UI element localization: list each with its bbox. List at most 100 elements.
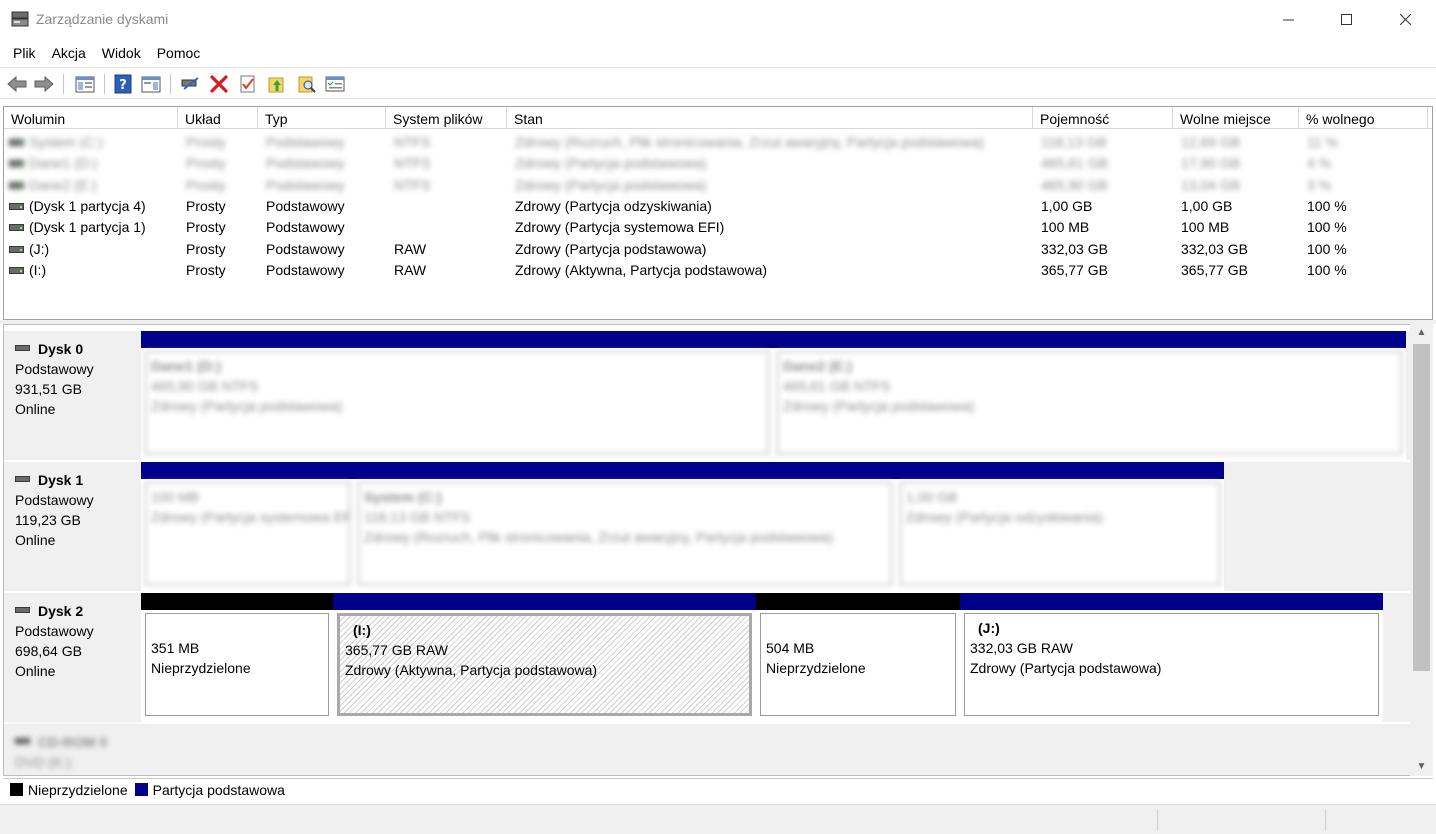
volume-row[interactable]: (Dysk 1 partycja 4) Prosty Podstawowy Zdrow… — [4, 196, 1432, 217]
disk-size: 119,23 GB — [15, 512, 81, 528]
open-folder-button[interactable] — [266, 73, 288, 95]
partition-block-unallocated[interactable]: 504 MB Nieprzydzielone — [756, 593, 960, 722]
folder-up-icon — [268, 77, 284, 93]
maximize-button[interactable] — [1317, 0, 1375, 38]
column-header-procent-wolnego[interactable]: % wolnego — [1299, 107, 1428, 129]
back-button[interactable] — [6, 73, 28, 95]
menu-plik[interactable]: Plik — [5, 40, 44, 66]
volume-capacity-cell: 465,61 GB — [1041, 155, 1108, 172]
show-action-pane-button[interactable] — [140, 73, 162, 95]
column-header-wolne-miejsce[interactable]: Wolne miejsce — [1173, 107, 1299, 129]
legend-swatch-unallocated — [10, 783, 23, 796]
volume-free-cell: 365,77 GB — [1181, 261, 1248, 278]
volume-pct-cell: 11 % — [1307, 134, 1338, 150]
disk-row[interactable]: Dysk 0 Podstawowy 931,51 GB Online Dane1… — [4, 331, 1412, 461]
menu-widok[interactable]: Widok — [94, 40, 149, 66]
connect-drive-icon — [181, 77, 199, 90]
partition-block[interactable]: System (C:) 118,13 GB NTFS Zdrowy (Rozru… — [354, 462, 896, 591]
legend-label-unallocated: Nieprzydzielone — [28, 781, 128, 798]
volume-free-cell: 13,04 GB — [1181, 176, 1241, 193]
disk-name: Dysk 2 — [38, 603, 84, 619]
forward-button[interactable] — [33, 73, 55, 95]
disk-row[interactable]: Dysk 2 Podstawowy 698,64 GB Online 351 M… — [4, 593, 1412, 723]
volume-drive-icon — [9, 181, 24, 189]
volume-free-cell: 332,03 GB — [1181, 240, 1248, 257]
partition-type-bar — [333, 593, 756, 610]
view-options-button[interactable] — [324, 73, 346, 95]
disk-label[interactable]: Dysk 0 Podstawowy 931,51 GB Online — [4, 331, 141, 460]
status-separator — [1157, 809, 1158, 831]
volume-row[interactable]: Dane1 (D:) Prosty Podstawowy NTFS Zdrowy (Pa… — [4, 153, 1432, 174]
explore-button[interactable] — [296, 73, 318, 95]
show-hide-console-tree-button[interactable] — [74, 73, 96, 95]
column-header-pojemnosc[interactable]: Pojemność — [1033, 107, 1173, 129]
disk-state: Online — [15, 663, 56, 679]
disk-label[interactable]: Dysk 1 Podstawowy 119,23 GB Online — [4, 462, 141, 591]
menu-bar: Plik Akcja Widok Pomoc — [0, 40, 1436, 66]
column-header-typ[interactable]: Typ — [258, 107, 386, 129]
partition-block[interactable]: 100 MB Zdrowy (Partycja systemowa EFI) — [141, 462, 354, 591]
disk-area-scrollbar[interactable]: ▲ ▼ — [1410, 324, 1433, 776]
partition-block-selected[interactable]: (I:) 365,77 GB RAW Zdrowy (Aktywna, Part… — [333, 593, 756, 722]
partition-size: 118,13 GB NTFS — [364, 509, 471, 525]
volume-free-cell: 100 MB — [1181, 219, 1230, 236]
partition-status: Nieprzydzielone — [151, 660, 251, 676]
column-header-wolumin[interactable]: Wolumin — [4, 107, 178, 129]
partition-status: Zdrowy (Partycja podstawowa) — [783, 398, 975, 414]
delete-button[interactable] — [208, 73, 230, 95]
volume-fs-cell: RAW — [394, 261, 427, 278]
back-arrow-icon — [7, 76, 27, 92]
volume-type-cell: Podstawowy — [266, 197, 345, 214]
partition-block[interactable]: (J:) 332,03 GB RAW Zdrowy (Partycja pods… — [960, 593, 1383, 722]
partition-status: Zdrowy (Aktywna, Partycja podstawowa) — [345, 662, 598, 678]
volume-capacity-cell: 465,90 GB — [1041, 176, 1108, 193]
disk-row-cdrom[interactable]: CD-ROM 0 DVD (K:) — [4, 724, 1412, 775]
volume-drive-icon — [9, 202, 24, 210]
scroll-up-icon[interactable]: ▲ — [1410, 324, 1433, 342]
action-pane-icon — [141, 76, 161, 93]
volume-fs-cell: NTFS — [394, 134, 431, 150]
partition-type-bar — [960, 593, 1383, 610]
help-button[interactable]: ? — [112, 73, 134, 95]
title-bar: Zarządzanie dyskami — [0, 0, 1436, 38]
partition-status: Zdrowy (Partycja podstawowa) — [151, 398, 343, 414]
volume-row[interactable]: (I:) Prosty Podstawowy RAW Zdrowy (Aktywna, … — [4, 260, 1432, 281]
column-header-stan[interactable]: Stan — [507, 107, 1033, 129]
volume-layout-cell: Prosty — [186, 219, 226, 236]
volume-name: Dane2 (E:) — [29, 176, 97, 193]
menu-pomoc[interactable]: Pomoc — [149, 40, 209, 66]
column-header-uklad[interactable]: Układ — [178, 107, 258, 129]
scrollbar-thumb[interactable] — [1413, 344, 1430, 671]
disk-size: 931,51 GB — [15, 381, 82, 397]
partition-name: System (C:) — [364, 489, 442, 505]
minimize-icon — [1282, 19, 1294, 20]
volume-row[interactable]: System (C:) Prosty Podstawowy NTFS Zdrowy (R… — [4, 132, 1432, 153]
disk-row[interactable]: Dysk 1 Podstawowy 119,23 GB Online 100 M… — [4, 462, 1412, 592]
minimize-button[interactable] — [1259, 0, 1317, 38]
volume-type-cell: Podstawowy — [266, 134, 345, 150]
disk-map-area: Dysk 0 Podstawowy 931,51 GB Online Dane1… — [3, 324, 1433, 776]
toolbar-separator — [170, 74, 171, 94]
partition-size: 465,61 GB NTFS — [783, 378, 891, 394]
volume-row[interactable]: (J:) Prosty Podstawowy RAW Zdrowy (Partycja … — [4, 239, 1432, 260]
legend-swatch-primary — [134, 783, 148, 796]
column-header-system-plikow[interactable]: System plików — [386, 107, 507, 129]
volume-row[interactable]: Dane2 (E:) Prosty Podstawowy NTFS Zdrowy (Pa… — [4, 175, 1432, 196]
menu-akcja[interactable]: Akcja — [44, 40, 94, 66]
disk-label[interactable]: Dysk 2 Podstawowy 698,64 GB Online — [4, 593, 141, 722]
connect-disk-button[interactable] — [179, 73, 201, 95]
partition-block[interactable]: Dane1 (D:) 465,90 GB NTFS Zdrowy (Partyc… — [141, 331, 773, 460]
toolbar-separator — [63, 74, 64, 94]
volume-row[interactable]: (Dysk 1 partycja 1) Prosty Podstawowy Zdrow… — [4, 217, 1432, 238]
scroll-down-icon[interactable]: ▼ — [1410, 758, 1433, 776]
partition-status: Zdrowy (Partycja odzyskiwania) — [906, 509, 1103, 525]
partition-size: 504 MB — [766, 640, 815, 656]
properties-button[interactable] — [237, 73, 259, 95]
partition-block-unallocated[interactable]: 351 MB Nieprzydzielone — [141, 593, 333, 722]
partition-block[interactable]: Dane2 (E:) 465,61 GB NTFS Zdrowy (Partyc… — [773, 331, 1406, 460]
disk-label[interactable]: CD-ROM 0 DVD (K:) — [4, 724, 141, 775]
volume-status-cell: Zdrowy (Partycja odzyskiwania) — [515, 197, 712, 214]
close-button[interactable] — [1376, 0, 1434, 38]
partition-block[interactable]: 1,00 GB Zdrowy (Partycja odzyskiwania) — [896, 462, 1224, 591]
volume-pct-cell: 100 % — [1307, 261, 1347, 278]
